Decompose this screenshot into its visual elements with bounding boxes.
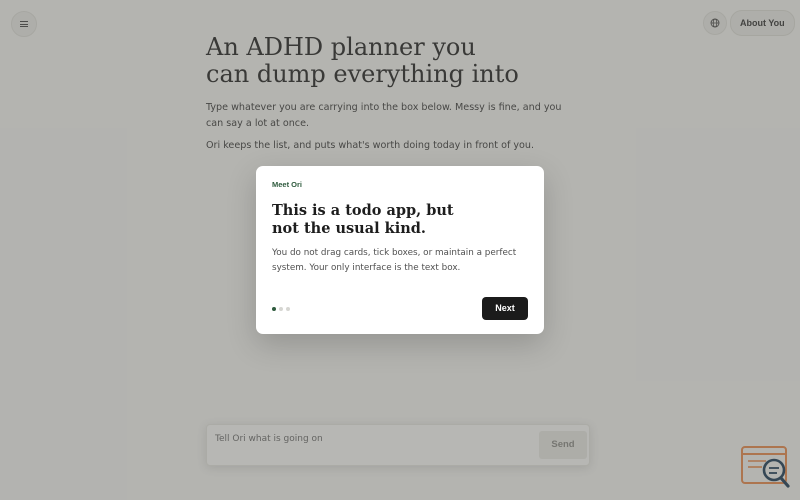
dialog-title-line-1: This is a todo app, but [272,202,454,219]
dialog-body: You do not drag cards, tick boxes, or ma… [272,246,530,275]
step-indicator [272,307,290,311]
dialog-title-line-2: not the usual kind. [272,220,426,237]
dialog-body-line-2: system. Your only interface is the text … [272,262,461,273]
onboarding-dialog: Meet Ori This is a todo app, but not the… [256,166,544,334]
step-dot-2 [279,307,283,311]
dialog-eyebrow: Meet Ori [272,180,303,189]
step-dot-1 [272,307,276,311]
dialog-title: This is a todo app, but not the usual ki… [272,202,492,238]
dialog-body-line-1: You do not drag cards, tick boxes, or ma… [272,248,517,258]
step-dot-3 [286,307,290,311]
next-button[interactable]: Next [482,297,528,320]
